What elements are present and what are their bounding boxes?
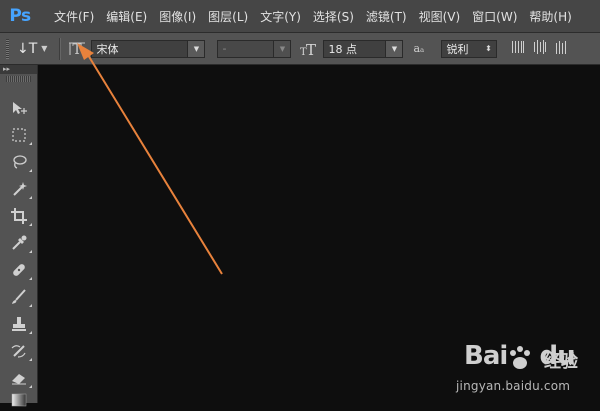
menu-filter[interactable]: 滤镜(T) [360,8,413,25]
font-size-value: 18 点 [328,42,357,56]
align-top-icon[interactable] [511,39,525,58]
eyedropper-icon[interactable] [8,232,32,254]
antialias-dropdown[interactable]: 锐利 ⬍ [441,39,498,58]
move-tool-icon[interactable] [8,97,30,119]
updown-chevron-icon: ⬍ [480,40,497,57]
separator [59,37,62,60]
menu-help[interactable]: 帮助(H) [523,8,577,25]
watermark-url: jingyan.baidu.com [456,379,571,393]
history-brush-icon[interactable] [8,340,32,362]
menu-edit[interactable]: 编辑(E) [100,8,153,25]
antialias-icon: aₐ [413,42,425,55]
menu-layer[interactable]: 图层(L) [202,8,254,25]
rectangular-marquee-icon[interactable] [8,124,32,146]
menu-window[interactable]: 窗口(W) [466,8,523,25]
photoshop-logo: Ps [9,6,31,26]
align-bottom-icon[interactable] [555,39,569,58]
font-style-value: - [222,42,227,55]
chevron-down-icon: ▼ [273,40,291,57]
font-style-dropdown[interactable]: - ▼ [217,39,292,58]
healing-brush-icon[interactable] [8,259,32,281]
chevron-down-icon: ▼ [385,40,403,57]
text-align-group [511,39,569,58]
magic-wand-icon[interactable] [8,178,32,200]
brush-icon[interactable] [8,286,32,308]
tool-preset-picker[interactable]: ↓T ▼ [13,41,53,57]
menu-image[interactable]: 图像(I) [153,8,202,25]
antialias-value: 锐利 [446,42,469,56]
menu-select[interactable]: 选择(S) [307,8,360,25]
toggle-text-orientation-icon[interactable]: T [67,39,87,59]
clone-stamp-icon[interactable] [8,313,32,335]
crop-icon[interactable] [8,205,32,227]
document-canvas[interactable]: Bai du 经验 jingyan.baidu.com [38,65,600,403]
baidu-jingyan-watermark: Bai du 经验 jingyan.baidu.com [456,339,594,397]
options-bar-grip[interactable] [6,38,9,59]
options-bar: ↓T ▼ T 宋体 ▼ - ▼ T T 18 点 ▼ aₐ 锐利 ⬍ [0,33,600,65]
font-size-icon: T T [297,39,319,59]
menu-type[interactable]: 文字(Y) [254,8,307,25]
chevron-down-icon: ▼ [41,44,48,53]
align-middle-icon[interactable] [533,39,547,58]
menu-file[interactable]: 文件(F) [48,8,100,25]
gradient-icon[interactable] [8,389,30,411]
jingyan-label: 经验 [544,352,578,372]
menu-view[interactable]: 视图(V) [413,8,467,25]
font-size-dropdown[interactable]: 18 点 ▼ [323,39,404,58]
tools-panel-grip[interactable] [6,76,31,82]
vertical-type-tool-icon: ↓T [17,40,38,57]
chevron-down-icon: ▼ [187,40,205,57]
menu-items: 文件(F) 编辑(E) 图像(I) 图层(L) 文字(Y) 选择(S) 滤镜(T… [48,8,578,25]
font-family-dropdown[interactable]: 宋体 ▼ [91,39,206,58]
svg-text:T: T [73,42,83,58]
tools-panel: ▸▸ [0,65,38,407]
lasso-icon[interactable] [8,151,32,173]
svg-text:T: T [306,41,316,59]
font-family-value: 宋体 [96,42,119,56]
menu-bar: Ps 文件(F) 编辑(E) 图像(I) 图层(L) 文字(Y) 选择(S) 滤… [0,0,600,33]
tools-panel-collapse[interactable]: ▸▸ [0,65,37,74]
eraser-icon[interactable] [8,367,32,389]
